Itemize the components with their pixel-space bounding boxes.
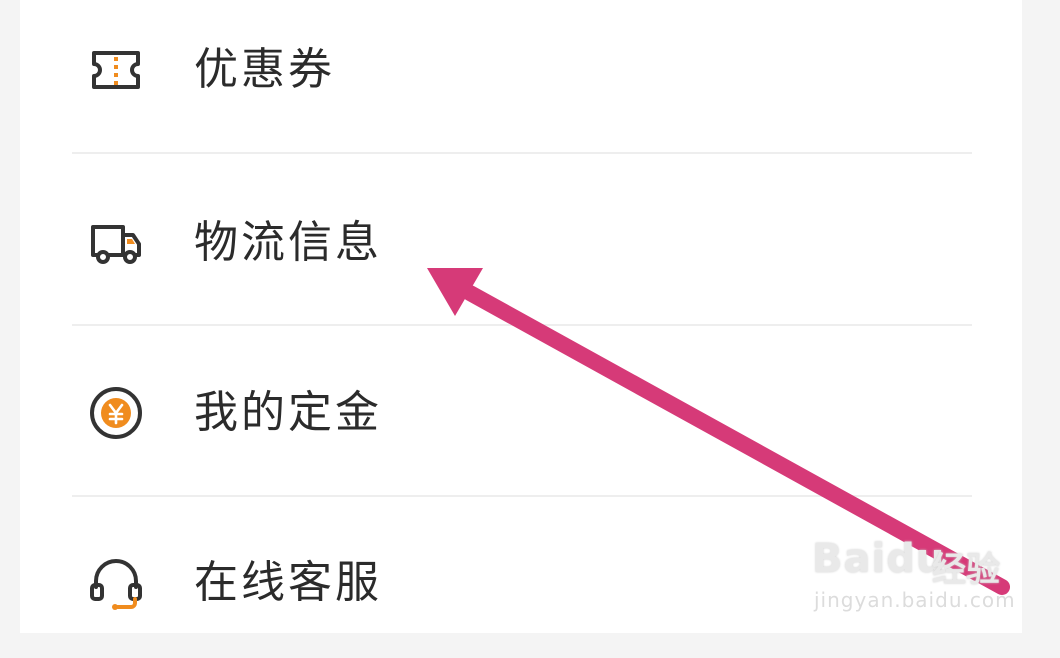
divider bbox=[72, 152, 972, 154]
menu-item-label: 优惠券 bbox=[194, 44, 335, 95]
truck-icon bbox=[86, 213, 146, 273]
divider bbox=[72, 495, 972, 497]
menu-item-label: 物流信息 bbox=[194, 217, 382, 268]
menu-card: 优惠券 物流信息 我的定金 在线客服 bbox=[20, 0, 1022, 633]
menu-item-label: 在线客服 bbox=[194, 557, 382, 608]
divider bbox=[72, 324, 972, 326]
menu-item-logistics[interactable]: 物流信息 bbox=[20, 168, 1022, 318]
coupon-icon bbox=[86, 40, 146, 100]
menu-item-label: 我的定金 bbox=[194, 387, 382, 438]
menu-item-deposit[interactable]: 我的定金 bbox=[20, 338, 1022, 488]
yuan-coin-icon bbox=[86, 383, 146, 443]
menu-item-coupon[interactable]: 优惠券 bbox=[20, 0, 1022, 145]
menu-item-customer-service[interactable]: 在线客服 bbox=[20, 508, 1022, 658]
headset-icon bbox=[86, 553, 146, 613]
